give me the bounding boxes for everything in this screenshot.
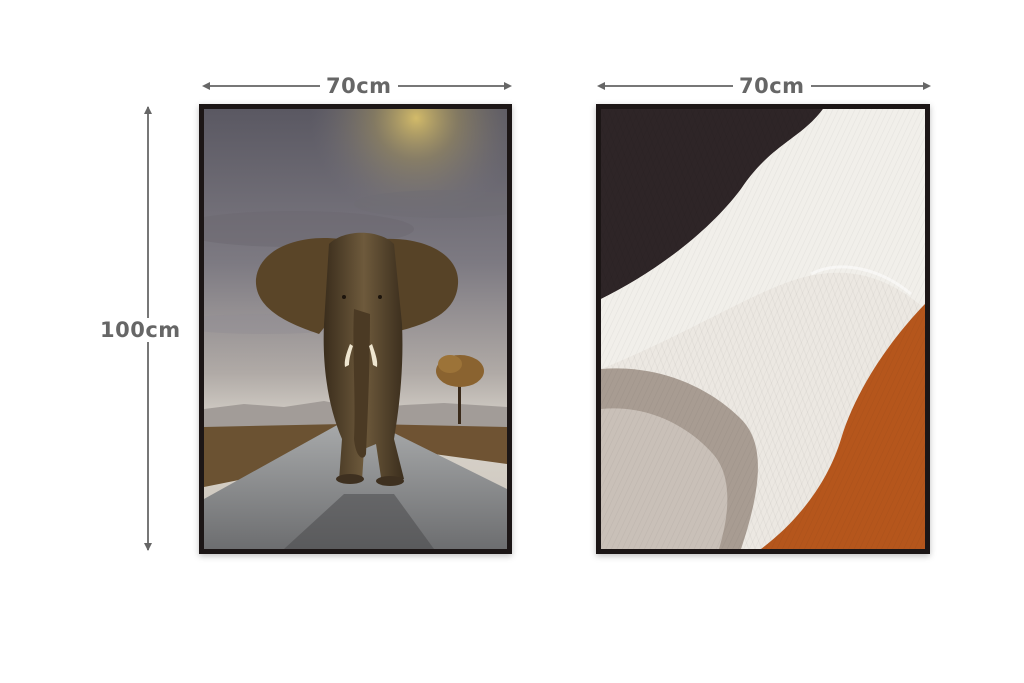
abstract-art-image — [601, 109, 925, 549]
arrow-down-icon — [144, 543, 152, 551]
right-width-label: 70cm — [733, 74, 811, 98]
height-label: 100cm — [94, 318, 187, 342]
right-framed-artwork — [596, 104, 930, 554]
arrow-right-icon — [923, 82, 931, 90]
elephant-photo-image — [204, 109, 507, 549]
arrow-left-icon — [202, 82, 210, 90]
arrow-right-icon — [504, 82, 512, 90]
left-width-label: 70cm — [320, 74, 398, 98]
arrow-left-icon — [597, 82, 605, 90]
arrow-up-icon — [144, 106, 152, 114]
left-framed-artwork — [199, 104, 512, 554]
